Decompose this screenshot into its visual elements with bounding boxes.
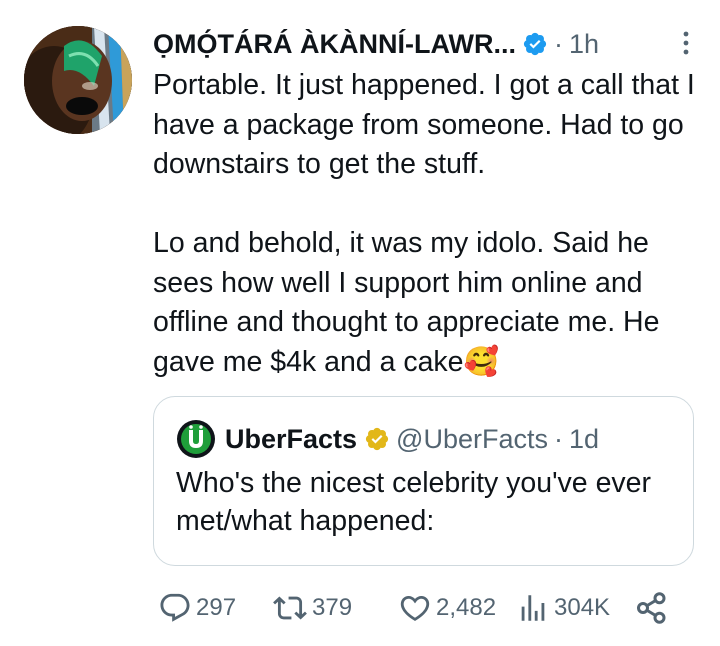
quote-time[interactable]: 1d xyxy=(569,424,599,455)
uberfacts-logo-icon xyxy=(177,420,215,458)
repost-arrows-icon xyxy=(273,596,307,620)
speech-bubble-icon xyxy=(160,593,190,622)
views-count: 304K xyxy=(554,594,611,621)
quote-handle[interactable]: @UberFacts xyxy=(396,424,548,455)
like-count: 2,482 xyxy=(436,594,497,621)
vertical-dots-icon[interactable] xyxy=(676,28,696,58)
share-button[interactable] xyxy=(634,588,670,628)
blue-check-badge-icon[interactable] xyxy=(522,31,548,57)
reply-count: 297 xyxy=(196,594,237,621)
repost-button[interactable]: 379 xyxy=(272,588,352,628)
repost-count: 379 xyxy=(312,594,353,621)
separator-dot: · xyxy=(553,28,563,59)
tweet-time[interactable]: 1h xyxy=(569,29,599,60)
avatar[interactable] xyxy=(24,26,132,134)
heart-icon xyxy=(400,595,430,621)
action-bar: 297 379 2,482 304K xyxy=(158,588,678,628)
quote-tweet[interactable]: UberFacts @UberFacts · 1d Who's the nice… xyxy=(153,396,694,566)
quote-header: UberFacts @UberFacts · 1d xyxy=(176,419,599,459)
tweet-text: Portable. It just happened. I got a call… xyxy=(153,69,695,378)
tweet-header: ỌMỌ́TÁRÁ ÀKÀNNÍ-LAWR... · 1h xyxy=(153,22,703,66)
reply-button[interactable]: 297 xyxy=(158,588,236,628)
display-name[interactable]: ỌMỌ́TÁRÁ ÀKÀNNÍ-LAWR... xyxy=(153,29,516,60)
avatar-image xyxy=(24,26,132,134)
tweet-content: ỌMỌ́TÁRÁ ÀKÀNNÍ-LAWR... · 1h Portable. I… xyxy=(153,22,703,382)
tweet-card[interactable]: ỌMỌ́TÁRÁ ÀKÀNNÍ-LAWR... · 1h Portable. I… xyxy=(0,0,720,646)
gold-check-badge-icon[interactable] xyxy=(364,426,390,452)
quote-text: Who's the nicest celebrity you've ever m… xyxy=(176,467,652,537)
bar-chart-icon xyxy=(521,595,545,621)
like-button[interactable]: 2,482 xyxy=(398,588,496,628)
views-button[interactable]: 304K xyxy=(516,588,610,628)
quote-display-name[interactable]: UberFacts xyxy=(225,424,357,455)
quote-separator-dot: · xyxy=(554,423,563,454)
share-nodes-icon xyxy=(637,592,666,624)
